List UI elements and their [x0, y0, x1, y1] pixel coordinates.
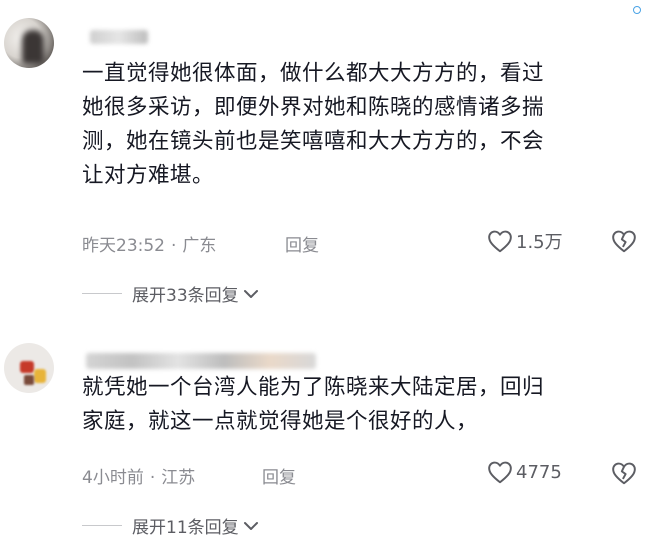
comment-time: 昨天23:52 — [82, 236, 165, 256]
avatar[interactable] — [4, 343, 54, 393]
comment-text-line: 测，她在镜头前也是笑嘻嘻和大大方方的，不会 — [82, 129, 545, 154]
expand-replies-button[interactable]: 展开11条回复 — [82, 513, 259, 538]
expand-replies-button[interactable]: 展开33条回复 — [82, 281, 259, 306]
comment-text-line: 让对方难堪。 — [82, 163, 215, 188]
comment-item: 一直觉得她很体面，做什么都大大方方的，看过 她很多采访，即便外界对她和陈晓的感情… — [0, 0, 645, 315]
comment-meta: 4小时前 · 江苏 — [82, 463, 195, 488]
comment-item: 就凭她一个台湾人能为了陈晓来大陆定居，回归 家庭，就这一点就觉得她是个很好的人，… — [0, 315, 645, 552]
like-button[interactable]: 1.5万 — [487, 228, 563, 254]
like-count: 1.5万 — [516, 232, 563, 253]
like-count: 4775 — [516, 461, 562, 483]
comment-location: 广东 — [182, 236, 217, 256]
divider-line — [82, 525, 122, 526]
username-blurred[interactable] — [86, 353, 316, 369]
divider-line — [82, 293, 122, 294]
avatar[interactable] — [4, 18, 54, 68]
reply-button[interactable]: 回复 — [262, 463, 296, 488]
separator-dot: · — [149, 468, 156, 488]
comment-text: 就凭她一个台湾人能为了陈晓来大陆定居，回归 家庭，就这一点就觉得她是个很好的人， — [82, 371, 637, 439]
comment-text-line: 就凭她一个台湾人能为了陈晓来大陆定居，回归 — [82, 375, 545, 400]
comment-time: 4小时前 — [82, 468, 144, 488]
comment-meta: 昨天23:52 · 广东 — [82, 231, 216, 256]
separator-dot: · — [171, 236, 177, 256]
like-button[interactable]: 4775 — [487, 460, 562, 484]
broken-heart-icon[interactable] — [611, 229, 637, 253]
reply-button[interactable]: 回复 — [285, 231, 319, 256]
comment-location: 江苏 — [161, 468, 196, 488]
comment-text: 一直觉得她很体面，做什么都大大方方的，看过 她很多采访，即便外界对她和陈晓的感情… — [82, 57, 637, 193]
comment-text-line: 一直觉得她很体面，做什么都大大方方的，看过 — [82, 61, 545, 86]
comment-text-line: 家庭，就这一点就觉得她是个很好的人， — [82, 409, 479, 434]
expand-replies-label: 展开11条回复 — [132, 518, 239, 538]
heart-outline-icon — [488, 461, 512, 484]
comment-text-line: 她很多采访，即便外界对她和陈晓的感情诸多揣 — [82, 95, 545, 120]
heart-outline-icon — [488, 230, 512, 253]
broken-heart-icon[interactable] — [611, 461, 637, 485]
username-blurred[interactable] — [90, 30, 148, 44]
expand-replies-label: 展开33条回复 — [132, 286, 239, 306]
chevron-down-icon — [243, 289, 258, 298]
chevron-down-icon — [243, 521, 258, 530]
